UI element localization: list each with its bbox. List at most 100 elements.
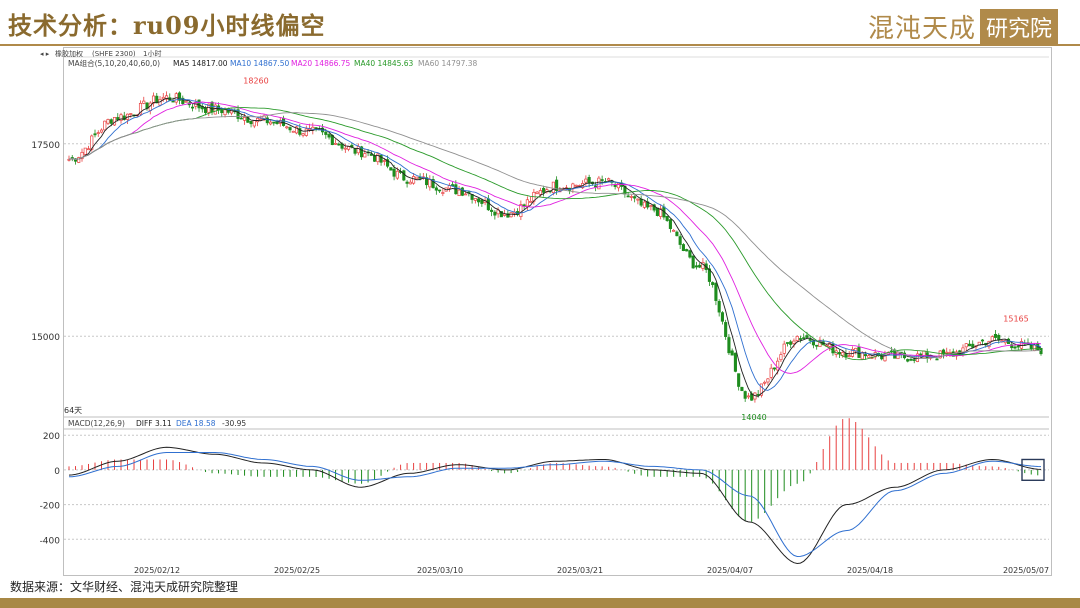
price-candle <box>636 198 640 201</box>
price-candle <box>906 359 910 362</box>
price-candle <box>672 229 676 232</box>
price-candle <box>285 126 289 129</box>
toolbar-period: 1小时 <box>143 49 161 58</box>
price-candle <box>798 338 802 340</box>
price-candle <box>737 373 741 387</box>
price-candle <box>363 153 367 158</box>
price-candle <box>249 121 253 125</box>
footer-bar <box>0 598 1080 608</box>
price-candle <box>782 343 786 354</box>
price-candle <box>626 195 630 198</box>
price-candle <box>116 117 120 121</box>
price-candle <box>717 300 721 313</box>
price-candle <box>769 367 773 378</box>
price-candle <box>649 205 653 207</box>
price-candle <box>438 189 442 192</box>
price-candle <box>405 181 409 184</box>
brand-name: 混沌天成 <box>867 14 976 44</box>
price-candle <box>542 187 546 193</box>
price-candle <box>161 96 165 100</box>
price-candle <box>382 160 386 162</box>
ma5-legend: MA5 14817.00 <box>173 59 228 68</box>
price-candle <box>1029 344 1033 350</box>
price-candle <box>239 117 243 120</box>
ma-legend-label: MA组合(5,10,20,40,60,0) <box>68 58 160 68</box>
price-candle <box>971 343 975 348</box>
macd-tick-label: 200 <box>43 432 60 442</box>
price-candle <box>83 147 87 155</box>
price-candle <box>96 132 100 134</box>
price-candle <box>980 339 985 342</box>
price-candle <box>242 117 247 121</box>
price-candle <box>119 114 123 121</box>
price-candle <box>252 120 256 127</box>
price-candle <box>711 282 715 285</box>
price-candle <box>681 244 685 252</box>
macd-tick-label: -200 <box>40 502 61 512</box>
price-candle <box>490 209 494 212</box>
price-candle <box>535 191 539 194</box>
price-candle <box>805 335 809 338</box>
price-candle <box>909 358 913 361</box>
price-candle <box>259 118 263 121</box>
price-candle <box>291 130 295 133</box>
price-candle <box>594 185 598 188</box>
price-candle <box>733 352 737 372</box>
price-candle <box>691 255 695 269</box>
price-candle <box>373 155 377 162</box>
price-candle <box>668 219 672 229</box>
price-candle <box>607 178 611 181</box>
price-candle <box>538 190 542 195</box>
price-candle <box>633 196 637 199</box>
price-candle <box>522 204 526 207</box>
price-candle <box>841 352 845 356</box>
macd-legend-label: MACD(12,26,9) <box>68 419 125 428</box>
ma10-legend: MA10 14867.50 <box>230 59 290 68</box>
price-candle <box>337 143 341 146</box>
price-candle <box>964 343 968 348</box>
ma20-legend: MA20 14866.75 <box>291 59 351 68</box>
price-candle <box>460 187 464 196</box>
price-candle <box>584 178 588 183</box>
price-candle <box>304 128 308 136</box>
price-candle <box>519 204 523 217</box>
price-candle <box>99 129 104 133</box>
price-candle <box>763 381 767 384</box>
kline-chart: 15000 17500 200 0 -200 -400 2025/02/12 2025/02/… <box>31 49 1049 575</box>
price-candle <box>428 179 432 188</box>
price-candle <box>1039 348 1043 355</box>
price-candle <box>639 198 643 206</box>
price-candle <box>402 170 406 181</box>
price-candle <box>272 121 276 124</box>
x-date-label: 2025/02/12 <box>134 566 180 575</box>
macd-tick-label: 0 <box>54 467 60 477</box>
price-candle <box>509 212 513 218</box>
x-date-label: 2025/02/25 <box>274 566 320 575</box>
x-date-label: 2025/04/07 <box>707 566 753 575</box>
price-candle <box>288 127 292 131</box>
price-candle <box>106 119 110 124</box>
ma20-line <box>68 101 1042 374</box>
x-date-label: 2025/04/18 <box>847 566 893 575</box>
page-title: 技术分析：ru09小时线偏空 <box>8 11 326 40</box>
price-candle <box>203 107 208 113</box>
macd-value-legend: -30.95 <box>222 419 246 428</box>
price-candle <box>334 142 338 145</box>
price-candle <box>785 342 789 344</box>
price-candle <box>730 350 734 356</box>
price-candle <box>408 181 412 185</box>
price-candle <box>802 337 806 340</box>
price-candle <box>190 106 195 109</box>
price-candle <box>395 170 399 179</box>
x-date-label: 2025/03/10 <box>417 566 463 575</box>
price-candle <box>129 113 133 115</box>
price-candle <box>301 133 305 136</box>
annotation-days: 64天 <box>64 406 82 415</box>
macd-diff-legend: DIFF 3.11 <box>136 419 172 428</box>
ma40-line <box>68 107 1042 361</box>
price-candle <box>945 351 949 354</box>
price-candle <box>678 236 682 245</box>
price-candle <box>389 167 393 171</box>
price-candle <box>412 176 416 184</box>
price-candle <box>112 117 117 126</box>
